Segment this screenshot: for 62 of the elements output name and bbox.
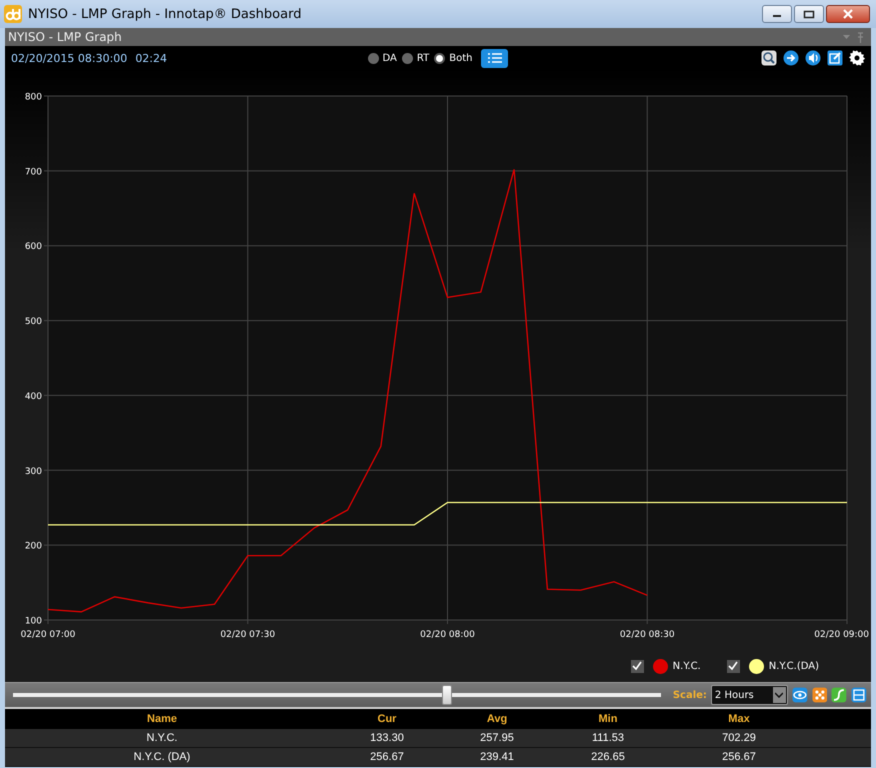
radio-button[interactable] (402, 52, 413, 64)
table-cell-text: 702.29 (721, 732, 757, 744)
speaker-icon[interactable] (805, 50, 821, 66)
axis-label: 300 (24, 466, 42, 477)
panel-title: NYISO - LMP Graph (8, 30, 123, 44)
checkbox[interactable] (726, 660, 740, 672)
panel-icon[interactable] (851, 687, 868, 703)
legend-label: N.Y.C.(DA) (768, 660, 819, 672)
countdown-timer: 02:24 (135, 52, 168, 64)
grid-icon[interactable] (812, 687, 828, 703)
axis-label: 200 (24, 542, 42, 552)
axis-label: 02/20 07:00 (20, 630, 76, 640)
table-cell-text: 256.67 (721, 751, 757, 763)
list-icon (488, 53, 502, 63)
maximize-button[interactable] (794, 5, 824, 23)
axis-label: 600 (24, 242, 42, 252)
scale-label: Scale: (672, 690, 707, 700)
axis-label: 02/20 08:00 (420, 630, 475, 640)
table-cell-text: 226.65 (590, 751, 626, 763)
list-button[interactable] (481, 48, 508, 68)
radio-button[interactable] (368, 52, 379, 64)
axis-label: 02/20 07:30 (220, 630, 276, 640)
column-header[interactable]: Max (677, 713, 801, 725)
radio-label[interactable]: DA (382, 52, 397, 64)
axis-label: 400 (24, 392, 42, 402)
table-cell-text: 239.41 (479, 751, 515, 763)
column-header[interactable]: Cur (319, 713, 455, 725)
axis-label: 02/20 08:30 (620, 630, 675, 640)
checkbox[interactable] (630, 660, 644, 672)
legend-label: N.Y.C. (672, 660, 701, 672)
search-icon[interactable] (761, 50, 777, 66)
axis-label: 500 (24, 317, 42, 328)
radio-label[interactable]: RT (416, 52, 430, 64)
axis-label: 800 (24, 92, 42, 102)
slider-thumb[interactable] (442, 685, 452, 705)
radio-button[interactable] (434, 52, 446, 64)
close-button[interactable] (826, 5, 870, 23)
settings-icon[interactable] (849, 50, 865, 66)
window-title: NYISO - LMP Graph - Innotap® Dashboard (28, 6, 302, 22)
axis-label: 700 (24, 167, 42, 178)
table-cell-text: N.Y.C. (146, 732, 178, 744)
app-logo-icon (4, 5, 22, 23)
radio-label[interactable]: Both (449, 52, 472, 64)
table-cell-text: 133.30 (369, 732, 405, 744)
maximize-icon (803, 10, 815, 18)
column-header[interactable]: Avg (455, 713, 539, 725)
table-cell-text: 256.67 (369, 751, 405, 763)
scale-dropdown[interactable]: 2 Hours (710, 685, 788, 705)
line-icon[interactable] (831, 687, 848, 703)
timestamp: 02/20/2015 08:30:00 (11, 52, 128, 64)
close-icon (842, 9, 854, 19)
minimize-button[interactable] (762, 5, 792, 23)
caret-icon (775, 692, 784, 698)
table-cell-text: N.Y.C. (DA) (132, 751, 192, 763)
edit-icon[interactable] (827, 50, 843, 66)
table-cell-text: 257.95 (479, 732, 515, 744)
eye-icon[interactable] (792, 687, 808, 703)
table-cell-text: 111.53 (590, 732, 625, 744)
axis-label: 100 (24, 616, 42, 626)
column-header[interactable]: Name (5, 713, 319, 725)
axis-label: 02/20 09:00 (814, 630, 869, 640)
column-header[interactable]: Min (539, 713, 677, 725)
